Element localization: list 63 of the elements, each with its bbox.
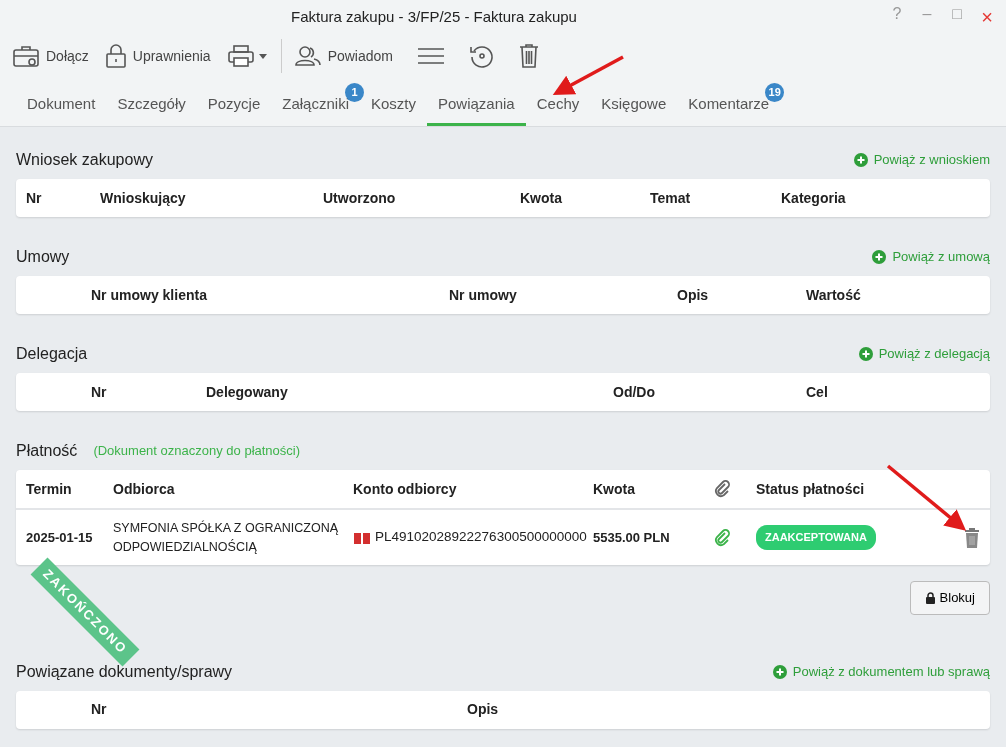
delete-button[interactable] — [964, 525, 980, 550]
column-header: Termin — [26, 479, 73, 499]
briefcase-icon — [12, 44, 40, 68]
column-header: Opis — [677, 285, 710, 305]
column-header: Kwota — [520, 188, 563, 208]
trash-icon — [964, 528, 980, 549]
column-header: Wartość — [806, 285, 862, 305]
section-title: Delegacja — [16, 344, 88, 364]
section-title: Płatność — [16, 441, 78, 461]
column-header: Status płatności — [756, 479, 866, 499]
column-header: Konto odbiorcy — [353, 479, 458, 499]
trash-icon — [519, 43, 539, 69]
lock-button[interactable]: Blokuj — [909, 581, 990, 615]
date-cell-text: 2025-01-15 — [26, 528, 94, 547]
people-icon — [293, 45, 322, 67]
attach-button[interactable]: Dołącz — [4, 40, 97, 72]
tab[interactable]: Dokument — [16, 84, 107, 126]
column-header: Nr — [26, 188, 43, 208]
annotation-arrow — [552, 55, 624, 95]
tab[interactable]: Szczegóły — [106, 84, 197, 126]
column-header: Kwota — [593, 479, 636, 499]
tab[interactable]: Powiązania — [427, 84, 526, 126]
lock-icon — [104, 43, 127, 69]
menu-icon — [417, 46, 445, 66]
book-icon — [353, 531, 371, 544]
lock-icon — [924, 591, 936, 604]
status-badge: ZAAKCEPTOWANA — [756, 525, 876, 550]
column-header: Nr — [91, 700, 108, 719]
count-badge: 1 — [344, 82, 364, 102]
plus-icon — [872, 250, 887, 264]
column-header: Od/Do — [613, 382, 656, 402]
column-header: Nr umowy klienta — [91, 285, 208, 305]
amount-cell-text: 5535.00 PLN — [593, 528, 671, 547]
column-header: Nr — [91, 382, 108, 402]
account-cell-text: PL49102028922276300500000000 — [375, 528, 587, 547]
plus-icon — [858, 347, 873, 361]
column-header: Cel — [806, 382, 829, 402]
column-header: Kategoria — [781, 188, 847, 208]
window-title: Faktura zakupu - 3/FP/25 - Faktura zakupu — [291, 6, 577, 27]
section-note: (Dokument oznaczony do płatności) — [93, 442, 301, 461]
column-header: Nr umowy — [449, 285, 518, 305]
recipient-cell-text: SYMFONIA SPÓŁKA Z OGRANICZONĄ ODPOWIEDZIALNOŚCIĄ — [113, 519, 340, 556]
column-header: Odbiorca — [113, 479, 176, 499]
tab[interactable]: Pozycje — [196, 84, 272, 126]
count-badge: 19 — [765, 82, 785, 102]
column-header: Wnioskujący — [100, 188, 187, 208]
tab[interactable]: Cechy — [525, 84, 591, 126]
paperclip-icon — [714, 480, 730, 498]
printer-icon — [226, 44, 269, 68]
column-header: Utworzono — [323, 188, 397, 208]
section-title: Umowy — [16, 247, 70, 267]
column-header: Opis — [467, 700, 500, 719]
section-title: Wniosek zakupowy — [16, 150, 153, 170]
plus-icon — [772, 664, 787, 679]
column-header: Delegowany — [206, 382, 289, 402]
notify-button[interactable]: Powiadom — [285, 41, 401, 71]
history-icon — [469, 43, 495, 69]
close-button[interactable]: × — [976, 2, 998, 32]
paperclip-icon — [714, 529, 730, 548]
tab[interactable]: Księgowe — [590, 84, 678, 126]
lock-button[interactable]: Uprawnienia — [96, 39, 219, 73]
column-header: Temat — [650, 188, 692, 208]
plus-icon — [853, 153, 868, 167]
